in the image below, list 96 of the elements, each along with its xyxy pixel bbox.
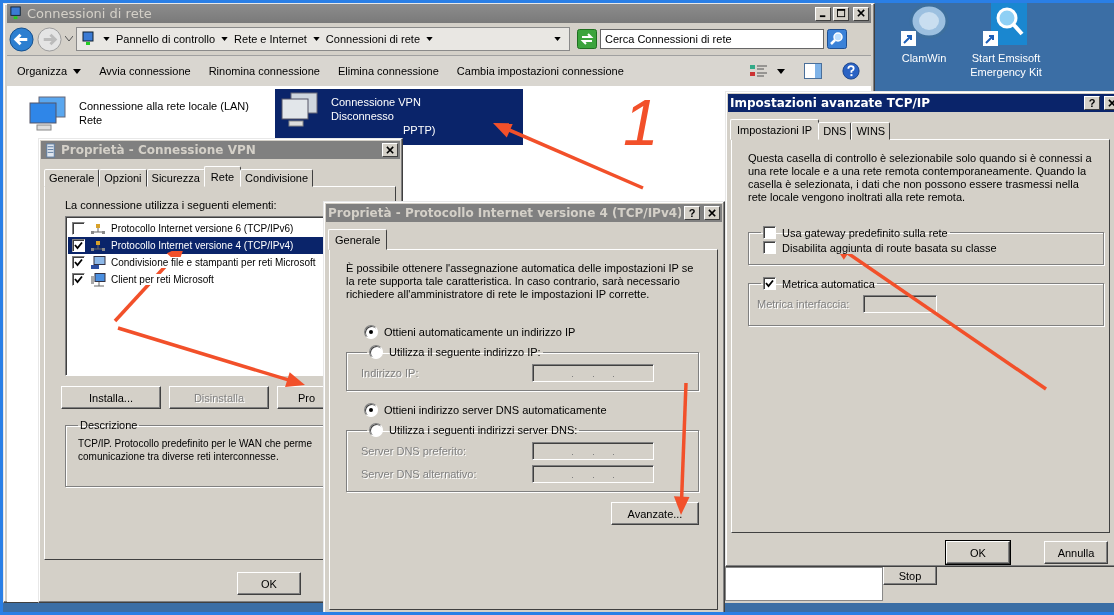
tab[interactable]: Sicurezza: [146, 169, 205, 187]
tab[interactable]: DNS: [818, 122, 852, 140]
field-label: Indirizzo IP:: [361, 366, 419, 379]
back-button[interactable]: [9, 26, 34, 52]
tab[interactable]: Generale: [44, 169, 100, 187]
list-label: La connessione utilizza i seguenti elementi:: [65, 199, 277, 211]
checkbox[interactable]: [72, 239, 85, 252]
connection-label: Connessione VPN Disconnesso PPTP): [331, 95, 436, 137]
refresh-button[interactable]: [577, 29, 597, 49]
caret-icon[interactable]: [777, 68, 785, 74]
ip-address-field[interactable]: [532, 441, 654, 460]
info-text: Questa casella di controllo è selezionabile solo quando si è connessi a una rete locale e a una rete remota contemporaneamente. Quando la casella è selezionata, i dati che non possono essere trasmessi nella rete locale vengono inoltrati alla rete remota.: [748, 152, 1093, 204]
server-icon: [43, 142, 58, 158]
checkbox[interactable]: [763, 277, 776, 290]
window-title: Impostazioni avanzate TCP/IP: [730, 96, 931, 110]
close-icon: [1107, 98, 1114, 108]
field-label: Server DNS preferito:: [361, 444, 467, 457]
toolbar-button[interactable]: Elimina connessione: [337, 65, 439, 77]
minimize-button[interactable]: [815, 6, 831, 21]
checkbox[interactable]: [763, 226, 776, 239]
metric-field[interactable]: [863, 294, 938, 313]
network-protocol-icon: [90, 238, 106, 253]
history-caret-icon[interactable]: [65, 36, 73, 42]
tab[interactable]: Rete: [203, 166, 242, 187]
tab[interactable]: WINS: [851, 122, 891, 140]
radio-button[interactable]: [364, 403, 378, 417]
group-title: Descrizione: [79, 419, 139, 431]
checkbox[interactable]: [72, 222, 85, 235]
address-bar[interactable]: Pannello di controllo Rete e Internet Connessioni di rete: [76, 27, 570, 51]
connection-item[interactable]: Connessione VPN Disconnesso PPTP): [275, 89, 523, 145]
search-button[interactable]: [827, 29, 847, 49]
advanced-button[interactable]: Avanzate...: [611, 502, 699, 525]
annotation-number: 1: [623, 91, 659, 155]
close-icon: [707, 208, 717, 218]
close-icon: [856, 9, 866, 18]
dialog-button[interactable]: OK: [946, 541, 1010, 564]
window-title: Proprietà - Protocollo Internet versione 4 (TCP/IPv4): [328, 206, 681, 220]
caret-icon[interactable]: [312, 37, 320, 41]
shield-shortcut-icon[interactable]: [899, 3, 949, 49]
tab[interactable]: Generale: [328, 229, 388, 250]
dialog-button[interactable]: Installa...: [61, 386, 161, 409]
maximize-button[interactable]: [833, 6, 849, 21]
radio-option[interactable]: Ottieni automaticamente un indirizzo IP: [364, 325, 699, 339]
radio-option[interactable]: Utilizza i seguenti indirizzi server DNS:: [369, 423, 578, 437]
checkbox-option[interactable]: Metrica automatica: [763, 277, 875, 290]
dialog-button[interactable]: Annulla: [1044, 541, 1108, 564]
window-title: Proprietà - Connessione VPN: [61, 143, 256, 157]
tab[interactable]: Opzioni: [99, 169, 147, 187]
dropdown-caret-icon[interactable]: [554, 37, 561, 41]
toolbar-button[interactable]: Rinomina connessione: [208, 65, 320, 77]
help-button[interactable]: ?: [684, 206, 700, 220]
checkbox-option[interactable]: Usa gateway predefinito sulla rete: [763, 226, 948, 239]
text-field[interactable]: [725, 567, 883, 601]
desktop-icon-label[interactable]: ClamWin: [886, 51, 962, 65]
ok-button[interactable]: OK: [237, 572, 301, 595]
breadcrumb-item[interactable]: Connessioni di rete: [325, 33, 421, 45]
caret-icon[interactable]: [426, 37, 434, 41]
description-text: TCP/IP. Protocollo predefinito per le WAN che perme comunicazione tra diverse reti interconnesse.: [78, 437, 312, 463]
radio-button[interactable]: [364, 325, 378, 339]
checkbox[interactable]: [763, 241, 776, 254]
close-icon: [385, 145, 395, 155]
desktop-icon-label[interactable]: Start Emsisoft Emergency Kit: [968, 51, 1044, 79]
network-computer-icon: [90, 272, 106, 287]
close-button[interactable]: [704, 206, 720, 220]
ip-address-field[interactable]: [532, 464, 654, 483]
close-button[interactable]: [382, 143, 398, 157]
view-options-icon[interactable]: [749, 62, 769, 80]
maximize-icon: [836, 9, 846, 18]
tab[interactable]: Condivisione: [240, 169, 314, 187]
computer-printer-icon: [90, 255, 106, 270]
caret-icon[interactable]: [103, 37, 110, 41]
radio-option[interactable]: Utilizza il seguente indirizzo IP:: [369, 345, 541, 359]
toolbar-button[interactable]: Organizza: [17, 65, 82, 77]
window-title: Connessioni di rete: [27, 6, 152, 21]
toolbar-button[interactable]: Cambia impostazioni connessione: [456, 65, 624, 77]
caret-icon[interactable]: [221, 37, 229, 41]
preview-pane-icon[interactable]: [803, 62, 823, 80]
network-folder-icon: [81, 31, 97, 47]
help-button[interactable]: ?: [1084, 96, 1100, 110]
tab[interactable]: Impostazioni IP: [730, 119, 820, 140]
field-label: Metrica interfaccia:: [757, 297, 850, 310]
search-field[interactable]: Cerca Connessioni di rete: [600, 29, 824, 49]
radio-option[interactable]: Ottieni indirizzo server DNS automaticamente: [364, 403, 699, 417]
network-protocol-icon: [90, 221, 106, 236]
connection-label: Connessione alla rete locale (LAN) Rete: [79, 99, 249, 128]
breadcrumb-item[interactable]: Pannello di controllo: [116, 33, 216, 45]
connection-item[interactable]: Connessione alla rete locale (LAN) Rete: [23, 93, 271, 137]
breadcrumb-item[interactable]: Rete e Internet: [234, 33, 307, 45]
radio-button[interactable]: [369, 345, 383, 359]
network-folder-icon: [9, 6, 24, 21]
close-button[interactable]: [853, 6, 869, 21]
radio-button[interactable]: [369, 423, 383, 437]
ip-address-field[interactable]: [532, 363, 654, 382]
toolbar-button[interactable]: Avvia connessione: [99, 65, 191, 77]
help-icon[interactable]: [841, 62, 861, 80]
field-label: Server DNS alternativo:: [361, 467, 477, 480]
